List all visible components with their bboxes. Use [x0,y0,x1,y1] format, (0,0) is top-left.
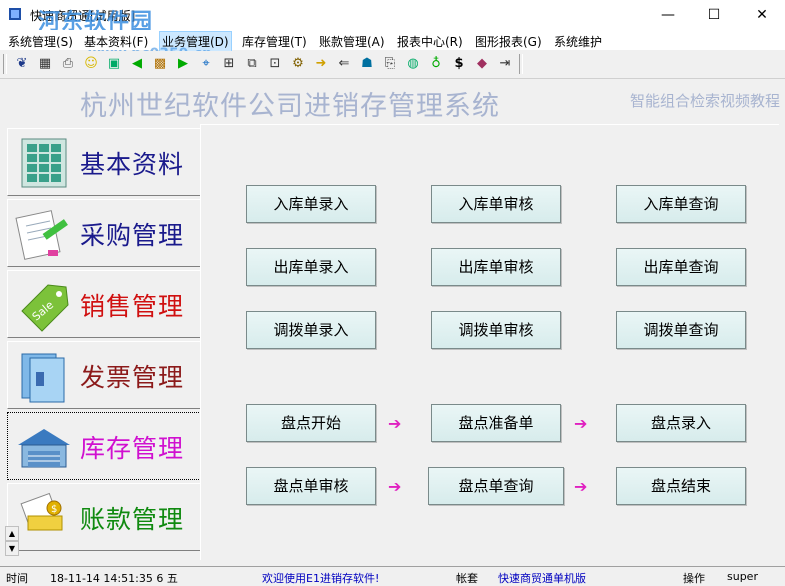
nav-label-inventory: 库存管理 [80,434,185,463]
folder-icon [21,353,65,403]
status-bar: 时间 18-11-14 14:51:35 6 五 欢迎使用E1进销存软件! 帐套… [0,566,785,585]
calculator-icon[interactable]: ▦ [37,56,53,72]
nav-label-purchase: 采购管理 [80,221,185,250]
nav-label-accounts: 账款管理 [80,505,185,534]
arrow-right-icon: ➔ [574,477,588,496]
status-account-value: 快速商贸通单机版 [498,572,586,585]
function-panel: 入库单录入 入库单审核 入库单查询 出库单录入 出库单审核 出库单查询 调拨单录… [200,124,779,560]
clip-icon[interactable]: ⎘ [382,56,398,72]
back-icon[interactable]: ◀ [129,56,145,72]
exit-icon[interactable]: ⇥ [497,56,513,72]
status-welcome: 欢迎使用E1进销存软件! [262,572,380,585]
banner-marquee: 智能组合检索视频教程 [630,92,781,110]
close-button[interactable]: ✕ [739,0,785,30]
stocktake-start-button[interactable]: 盘点开始 [246,404,376,442]
menu-graph-reports[interactable]: 图形报表(G) [475,33,542,50]
status-operator-value: super [727,570,758,583]
cart-icon[interactable]: ⊡ [267,56,283,72]
nav-item-purchase[interactable]: 采购管理 [7,199,200,267]
book-icon[interactable]: ◆ [474,56,490,72]
stocktake-prepare-button[interactable]: 盘点准备单 [431,404,561,442]
stocktake-query-button[interactable]: 盘点单查询 [428,467,564,505]
menu-maintenance[interactable]: 系统维护 [554,33,602,50]
copy-icon[interactable]: ⧉ [244,56,260,72]
stock-out-audit-button[interactable]: 出库单审核 [431,248,561,286]
menu-inventory[interactable]: 库存管理(T) [242,33,307,50]
transfer-entry-button[interactable]: 调拨单录入 [246,311,376,349]
bird-icon[interactable]: ❦ [14,56,30,72]
smiley-icon[interactable]: ☺ [83,56,99,72]
stock-in-entry-button[interactable]: 入库单录入 [246,185,376,223]
menu-system[interactable]: 系统管理(S) [8,33,73,50]
sale-tag-icon: Sale [21,284,69,332]
arrow-right-icon: ➔ [388,477,402,496]
money-bag-icon[interactable]: ◍ [405,56,421,72]
nav-label-basic-data: 基本资料 [80,150,185,179]
coins-icon: $ [20,492,63,531]
stock-in-query-button[interactable]: 入库单查询 [616,185,746,223]
nav-label-sales: 销售管理 [80,292,185,321]
export-icon[interactable]: ⚙ [290,56,306,72]
app-icon [9,8,21,20]
satellite-icon[interactable]: ⌖ [198,56,214,72]
arrow-right-icon: ➔ [388,414,402,433]
banner-title: 杭州世纪软件公司进销存管理系统 [80,91,500,122]
toolbar: ❦ ▦ ⎙ ☺ ▣ ◀ ▩ ▶ ⌖ ⊞ ⧉ ⊡ ⚙ ➜ ⇐ ☗ ⎘ ◍ ♁ $ … [0,51,785,79]
scroll-down-icon[interactable]: ▼ [5,541,19,556]
stocktake-audit-button[interactable]: 盘点单审核 [246,467,376,505]
transfer-audit-button[interactable]: 调拨单审核 [431,311,561,349]
toolbar-separator [519,54,523,74]
status-account-label: 帐套 [456,572,478,585]
nav-item-sales[interactable]: Sale 销售管理 [7,270,200,338]
svg-text:$: $ [51,504,57,515]
printer-icon[interactable]: ⎙ [60,56,76,72]
scroll-up-icon[interactable]: ▲ [5,526,19,541]
title-bar: 快速商贸通[试用版] 河东软件园 — ☐ ✕ [0,0,785,35]
tree-icon[interactable]: ⊞ [221,56,237,72]
dollar-icon[interactable]: $ [451,56,467,72]
forward-icon[interactable]: ▶ [175,56,191,72]
side-nav: 基本资料 采购管理 Sale 销售管理 发票管理 库存管理 $ 账款管理 [5,124,200,559]
minimize-button[interactable]: — [645,0,691,30]
nav-item-invoice[interactable]: 发票管理 [7,341,200,409]
arrow-right-icon: ➔ [574,414,588,433]
import-icon[interactable]: ➜ [313,56,329,72]
stocktake-end-button[interactable]: 盘点结束 [616,467,746,505]
stock-in-audit-button[interactable]: 入库单审核 [431,185,561,223]
notepad-pen-icon [15,210,68,260]
box-icon[interactable]: ▩ [152,56,168,72]
warehouse-icon [18,429,70,468]
person-icon[interactable]: ⇐ [336,56,352,72]
nav-label-invoice: 发票管理 [80,363,185,392]
grid-document-icon [21,138,67,188]
menu-accounts[interactable]: 账款管理(A) [319,33,385,50]
menu-reports[interactable]: 报表中心(R) [397,33,463,50]
stamp-icon[interactable]: ▣ [106,56,122,72]
stock-out-entry-button[interactable]: 出库单录入 [246,248,376,286]
stack-icon[interactable]: ☗ [359,56,375,72]
status-operator-label: 操作 [683,572,705,585]
status-time-value: 18-11-14 14:51:35 6 五 [50,572,178,585]
toolbar-grip [3,54,7,74]
maximize-button[interactable]: ☐ [691,0,737,30]
nav-scrollbar[interactable]: ▲ ▼ [5,526,19,559]
nav-item-accounts[interactable]: $ 账款管理 [7,483,200,551]
nav-item-basic-data[interactable]: 基本资料 [7,128,200,196]
nav-item-inventory[interactable]: 库存管理 [7,412,200,480]
stocktake-entry-button[interactable]: 盘点录入 [616,404,746,442]
transfer-query-button[interactable]: 调拨单查询 [616,311,746,349]
status-time-label: 时间 [6,572,28,585]
money-bag-icon[interactable]: ♁ [428,56,444,72]
stock-out-query-button[interactable]: 出库单查询 [616,248,746,286]
